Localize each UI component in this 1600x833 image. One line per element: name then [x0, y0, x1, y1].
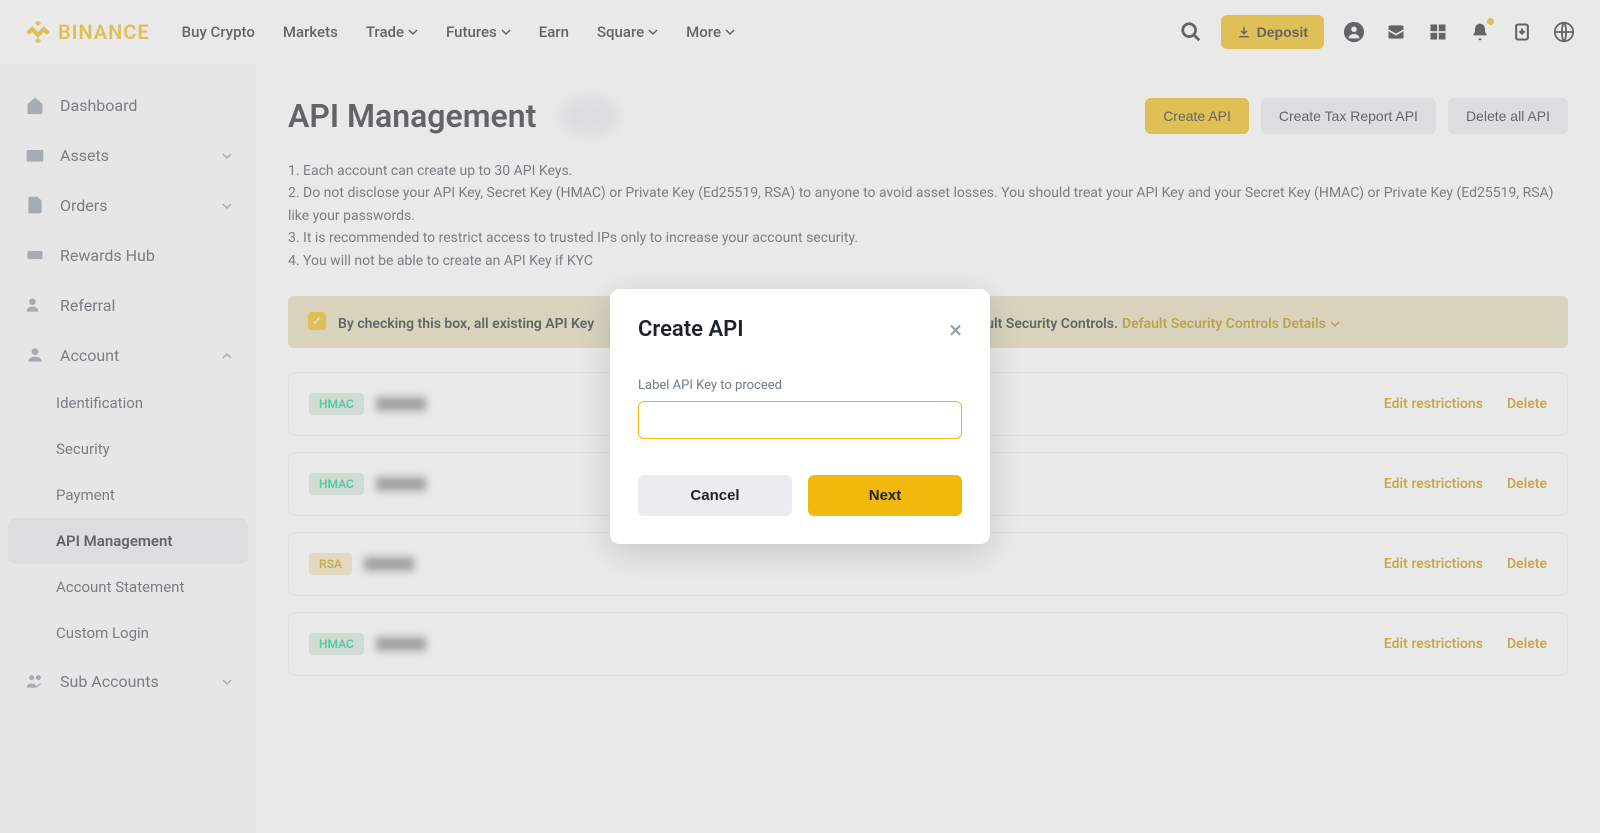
- modal-overlay: Create API × Label API Key to proceed Ca…: [0, 0, 1600, 833]
- cancel-button[interactable]: Cancel: [638, 475, 792, 516]
- modal-label: Label API Key to proceed: [638, 378, 962, 393]
- create-api-modal: Create API × Label API Key to proceed Ca…: [610, 289, 990, 544]
- api-label-input[interactable]: [638, 401, 962, 439]
- modal-header: Create API ×: [638, 317, 962, 342]
- next-button[interactable]: Next: [808, 475, 962, 516]
- modal-actions: Cancel Next: [638, 475, 962, 516]
- close-icon[interactable]: ×: [949, 318, 962, 342]
- modal-title: Create API: [638, 317, 744, 342]
